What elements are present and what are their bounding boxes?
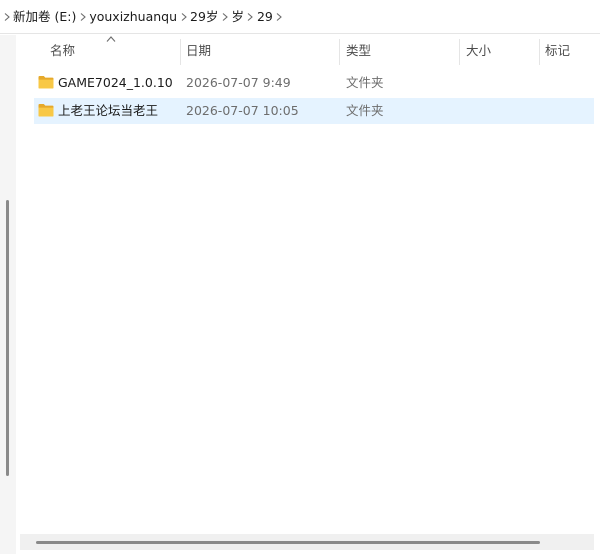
file-list[interactable]: 名称 日期 类型 大小 标记 GAME7024_1.0.10 2026-07-0… [20,35,600,554]
file-date: 2026-07-07 9:49 [186,75,291,90]
column-header-tags[interactable]: 标记 [535,35,600,67]
breadcrumb-item-drive[interactable]: 新加卷 (E:) [11,5,78,29]
chevron-right-icon[interactable] [2,0,11,34]
breadcrumb-item-29sui[interactable]: 29岁 [188,5,220,29]
chevron-right-icon[interactable] [246,0,255,34]
file-date: 2026-07-07 10:05 [186,103,299,118]
column-header-type[interactable]: 类型 [336,35,456,67]
chevron-right-icon[interactable] [275,0,284,34]
address-bar[interactable]: 新加卷 (E:) youxizhuanqu 29岁 岁 29 [0,0,600,34]
column-header-name[interactable]: 名称 [40,35,180,67]
horizontal-scrollbar[interactable] [20,534,594,550]
breadcrumb-item-youxizhuanqu[interactable]: youxizhuanqu [87,5,179,29]
file-row[interactable]: GAME7024_1.0.10 2026-07-07 9:49 文件夹 [34,70,594,96]
column-header-date[interactable]: 日期 [176,35,336,67]
file-type: 文件夹 [346,75,384,90]
breadcrumb-item-sui[interactable]: 岁 [229,5,246,29]
navigation-pane[interactable] [0,35,16,554]
file-name: GAME7024_1.0.10 [58,75,173,90]
column-header-row: 名称 日期 类型 大小 标记 [20,35,600,67]
chevron-right-icon[interactable] [220,0,229,34]
nav-scrollbar[interactable] [6,200,9,476]
column-header-size[interactable]: 大小 [456,35,536,67]
file-type: 文件夹 [346,103,384,118]
horizontal-scrollbar-thumb[interactable] [36,541,540,544]
chevron-right-icon[interactable] [179,0,188,34]
folder-icon [38,75,54,89]
breadcrumb-item-29[interactable]: 29 [255,5,275,29]
file-row-selected[interactable]: 上老王论坛当老王 2026-07-07 10:05 文件夹 [34,98,594,124]
chevron-right-icon[interactable] [78,0,87,34]
file-name: 上老王论坛当老王 [58,103,159,118]
folder-icon [38,103,54,117]
